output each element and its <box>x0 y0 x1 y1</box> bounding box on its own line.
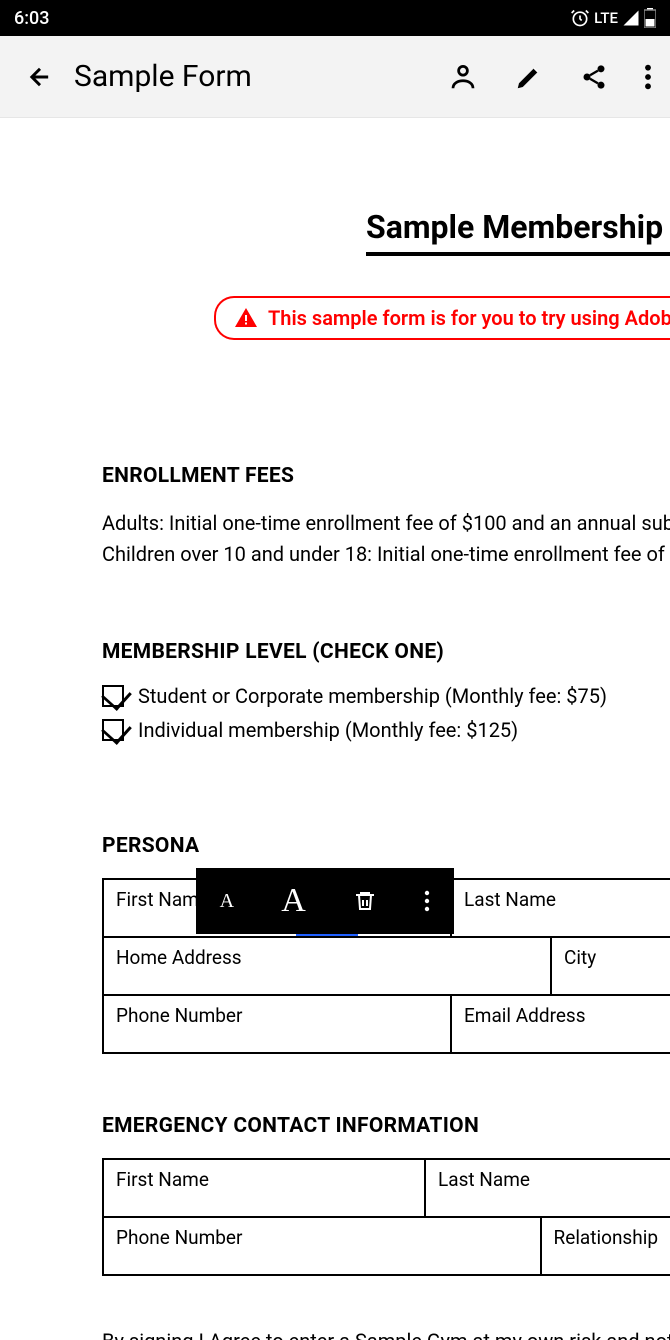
network-label: LTE <box>594 9 618 27</box>
status-time: 6:03 <box>14 8 49 29</box>
emergency-relationship-field[interactable]: Relationship <box>542 1218 670 1274</box>
agreement-text: By signing I Agree to enter a Sample Gym… <box>102 1326 670 1340</box>
emergency-first-name-field[interactable]: First Name <box>104 1160 426 1216</box>
app-title: Sample Form <box>62 59 448 94</box>
fees-line1: Adults: Initial one-time enrollment fee … <box>102 508 670 539</box>
pen-nib-icon <box>514 62 544 92</box>
document-viewport[interactable]: SAMP Sample Membership F This sample for… <box>0 118 670 1340</box>
back-button[interactable] <box>18 63 62 91</box>
profile-button[interactable] <box>448 62 478 92</box>
last-name-field[interactable]: Last Name <box>452 880 670 936</box>
signal-icon <box>622 9 640 27</box>
emergency-section: EMERGENCY CONTACT INFORMATION First Name… <box>102 1114 670 1276</box>
membership-option-2-label: Individual membership (Monthly fee: $125… <box>138 718 518 742</box>
arrow-left-icon <box>26 63 54 91</box>
delete-button[interactable] <box>353 887 377 915</box>
toolbar-more-button[interactable] <box>424 889 430 913</box>
document-title: Sample Membership F <box>366 208 670 256</box>
city-field[interactable]: City <box>552 938 670 994</box>
membership-heading: MEMBERSHIP LEVEL (CHECK ONE) <box>102 640 670 664</box>
emergency-heading: EMERGENCY CONTACT INFORMATION <box>102 1114 670 1138</box>
home-address-field[interactable]: Home Address <box>104 938 552 994</box>
membership-option-2[interactable]: Individual membership (Monthly fee: $125… <box>102 718 670 742</box>
more-vert-icon <box>424 889 430 913</box>
fees-line2: Children over 10 and under 18: Initial o… <box>102 539 670 570</box>
edit-button[interactable] <box>514 62 544 92</box>
alarm-icon <box>570 8 590 28</box>
share-icon <box>580 63 608 91</box>
checkbox-checked-icon[interactable] <box>102 685 124 707</box>
edit-toolbar: A A <box>196 868 454 934</box>
status-icons: LTE <box>570 8 656 28</box>
membership-option-1[interactable]: Student or Corporate membership (Monthly… <box>102 684 670 708</box>
personal-heading: PERSONA <box>102 834 670 858</box>
person-icon <box>448 62 478 92</box>
fees-section: ENROLLMENT FEES Adults: Initial one-time… <box>102 464 670 570</box>
status-bar: 6:03 LTE <box>0 0 670 36</box>
font-large-button[interactable]: A <box>281 882 306 920</box>
emergency-last-name-field[interactable]: Last Name <box>426 1160 670 1216</box>
emergency-phone-field[interactable]: Phone Number <box>104 1218 542 1274</box>
warning-icon <box>234 306 258 330</box>
membership-section: MEMBERSHIP LEVEL (CHECK ONE) Student or … <box>102 640 670 742</box>
more-vert-icon <box>644 63 652 91</box>
battery-icon <box>644 8 656 28</box>
app-bar: Sample Form <box>0 36 670 118</box>
membership-option-1-label: Student or Corporate membership (Monthly… <box>138 684 607 708</box>
phone-field[interactable]: Phone Number <box>104 996 452 1052</box>
notice-text: This sample form is for you to try using… <box>268 306 670 330</box>
sample-notice: This sample form is for you to try using… <box>214 296 670 340</box>
checkbox-checked-icon[interactable] <box>102 719 124 741</box>
fees-heading: ENROLLMENT FEES <box>102 464 670 488</box>
font-small-button[interactable]: A <box>220 890 234 913</box>
personal-section: PERSONA First Name Last Name Home Addres… <box>102 834 670 1054</box>
email-field[interactable]: Email Address <box>452 996 670 1052</box>
trash-icon <box>353 887 377 915</box>
emergency-table: First Name Last Name Phone Number Relati… <box>102 1158 670 1276</box>
share-button[interactable] <box>580 63 608 91</box>
more-button[interactable] <box>644 63 652 91</box>
